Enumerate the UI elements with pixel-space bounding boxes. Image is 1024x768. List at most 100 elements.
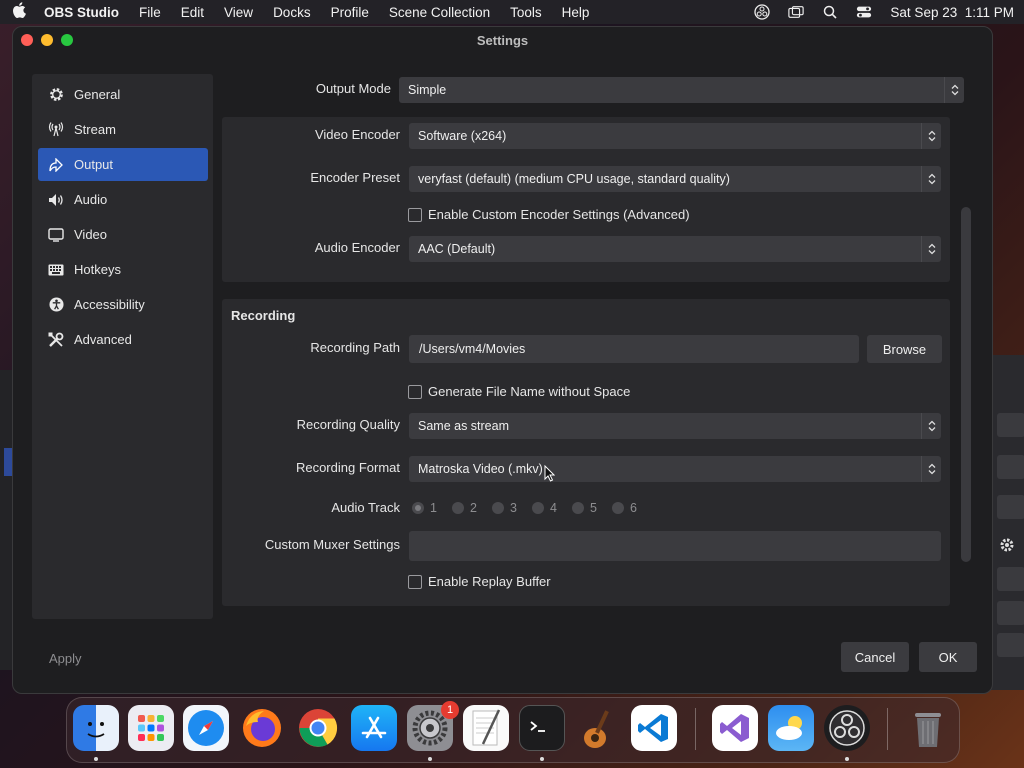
recording-quality-select[interactable]: Same as stream (409, 413, 941, 439)
menu-help[interactable]: Help (552, 5, 600, 20)
audio-track-number: 6 (630, 501, 637, 515)
browse-button[interactable]: Browse (867, 335, 942, 363)
sidebar-item-accessibility[interactable]: Accessibility (38, 288, 208, 321)
menu-profile[interactable]: Profile (321, 5, 379, 20)
zoom-window-button[interactable] (61, 34, 73, 46)
audio-encoder-select[interactable]: AAC (Default) (409, 236, 941, 262)
chrome-icon[interactable] (295, 705, 341, 751)
video-encoder-select[interactable]: Software (x264) (409, 123, 941, 149)
checkbox-box[interactable] (408, 384, 422, 399)
updown-chevron-icon (944, 77, 964, 103)
recording-format-select[interactable]: Matroska Video (.mkv) (409, 456, 941, 482)
recording-path-input[interactable]: /Users/vm4/Movies (409, 335, 859, 363)
obs-status-icon[interactable] (754, 4, 771, 20)
background-window-row (997, 495, 1024, 519)
background-window-right (990, 355, 1024, 690)
recording-quality-label: Recording Quality (296, 417, 400, 432)
recording-format-value: Matroska Video (.mkv) (418, 462, 543, 476)
spotlight-search-icon[interactable] (822, 5, 838, 19)
radio-dot[interactable] (572, 502, 584, 514)
garageband-icon[interactable] (575, 705, 621, 751)
mouse-cursor-icon (544, 464, 556, 485)
output-mode-value: Simple (408, 83, 447, 97)
minimize-window-button[interactable] (41, 34, 53, 46)
audio-track-radio-4[interactable]: 4 (532, 501, 557, 515)
checkbox-box[interactable] (408, 574, 422, 589)
sidebar-item-hotkeys[interactable]: Hotkeys (38, 253, 208, 286)
menu-tools[interactable]: Tools (500, 5, 552, 20)
vertical-scrollbar[interactable] (961, 207, 971, 562)
launchpad-icon[interactable] (128, 705, 174, 751)
vscode-icon[interactable] (631, 705, 677, 751)
custom-encoder-label: Enable Custom Encoder Settings (Advanced… (428, 207, 690, 222)
audio-track-number: 5 (590, 501, 597, 515)
menu-docks[interactable]: Docks (263, 5, 321, 20)
menu-edit[interactable]: Edit (171, 5, 214, 20)
sidebar-item-label: Video (74, 227, 108, 242)
accessibility-icon (48, 297, 64, 313)
sidebar-item-label: Audio (74, 192, 108, 207)
app-menu[interactable]: OBS Studio (38, 5, 129, 20)
audio-track-number: 3 (510, 501, 517, 515)
sidebar-item-general[interactable]: General (38, 78, 208, 111)
audio-track-radio-3[interactable]: 3 (492, 501, 517, 515)
custom-muxer-input[interactable] (409, 531, 941, 561)
weather-icon[interactable] (768, 705, 814, 751)
custom-muxer-label: Custom Muxer Settings (264, 537, 400, 552)
output-mode-select[interactable]: Simple (399, 77, 964, 103)
checkbox-box[interactable] (408, 207, 422, 222)
window-switcher-icon[interactable] (788, 5, 805, 19)
replay-buffer-checkbox[interactable]: Enable Replay Buffer (408, 574, 551, 589)
settings-sidebar: General Stream Output Audio Video Hotkey… (32, 74, 213, 619)
speaker-icon (48, 192, 64, 208)
audio-track-radio-2[interactable]: 2 (452, 501, 477, 515)
sidebar-item-audio[interactable]: Audio (38, 183, 208, 216)
gear-icon (48, 87, 64, 103)
control-center-icon[interactable] (856, 5, 872, 19)
monitor-icon (48, 227, 64, 243)
app-store-icon[interactable] (351, 705, 397, 751)
close-window-button[interactable] (21, 34, 33, 46)
sidebar-item-label: Hotkeys (74, 262, 121, 277)
updown-chevron-icon (921, 166, 941, 192)
sidebar-item-video[interactable]: Video (38, 218, 208, 251)
gear-icon[interactable] (999, 537, 1015, 556)
apple-icon[interactable] (0, 2, 38, 22)
radio-dot[interactable] (492, 502, 504, 514)
obs-studio-icon[interactable] (824, 705, 870, 751)
terminal-icon[interactable] (519, 705, 565, 751)
ok-button[interactable]: OK (919, 642, 977, 672)
sidebar-item-stream[interactable]: Stream (38, 113, 208, 146)
cancel-button[interactable]: Cancel (841, 642, 909, 672)
menu-scene-collection[interactable]: Scene Collection (379, 5, 500, 20)
radio-dot[interactable] (452, 502, 464, 514)
background-window-row (997, 455, 1024, 479)
menubar-clock[interactable]: Sat Sep 23 1:11 PM (890, 5, 1014, 20)
textedit-icon[interactable] (463, 705, 509, 751)
safari-icon[interactable] (183, 705, 229, 751)
audio-track-radio-6[interactable]: 6 (612, 501, 637, 515)
custom-encoder-checkbox[interactable]: Enable Custom Encoder Settings (Advanced… (408, 207, 690, 222)
encoder-preset-label: Encoder Preset (310, 170, 400, 185)
radio-dot[interactable] (532, 502, 544, 514)
updown-chevron-icon (921, 123, 941, 149)
sidebar-item-advanced[interactable]: Advanced (38, 323, 208, 356)
radio-dot[interactable] (412, 502, 424, 514)
firefox-icon[interactable] (239, 705, 285, 751)
menu-file[interactable]: File (129, 5, 171, 20)
radio-dot[interactable] (612, 502, 624, 514)
sidebar-item-output[interactable]: Output (38, 148, 208, 181)
audio-track-radio-5[interactable]: 5 (572, 501, 597, 515)
visual-studio-icon[interactable] (712, 705, 758, 751)
audio-track-radio-1[interactable]: 1 (412, 501, 437, 515)
trash-icon[interactable] (905, 705, 951, 751)
finder-icon[interactable] (73, 705, 119, 751)
filename-without-space-label: Generate File Name without Space (428, 384, 631, 399)
recording-section-title: Recording (231, 308, 296, 323)
background-window-left (0, 370, 12, 670)
encoder-preset-select[interactable]: veryfast (default) (medium CPU usage, st… (409, 166, 941, 192)
apply-button[interactable]: Apply (49, 651, 82, 666)
menu-view[interactable]: View (214, 5, 263, 20)
running-indicator (428, 757, 432, 761)
filename-without-space-checkbox[interactable]: Generate File Name without Space (408, 384, 630, 399)
